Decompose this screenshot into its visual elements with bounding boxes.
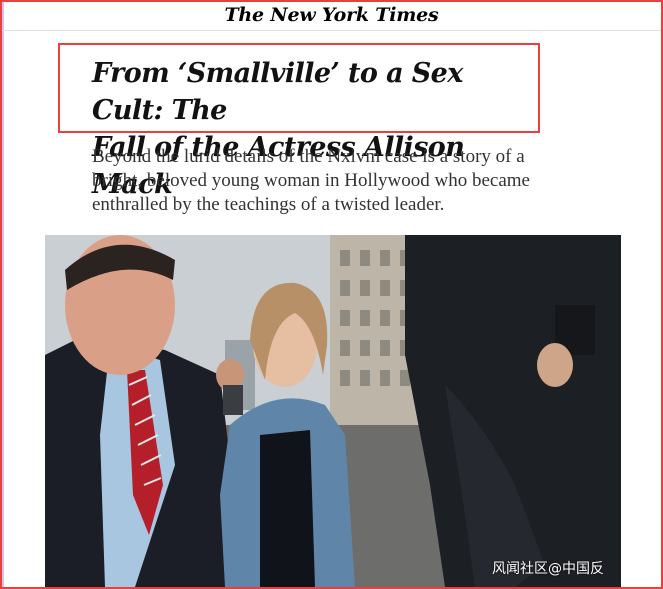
left-edge-accent bbox=[0, 0, 4, 589]
photo-illustration bbox=[45, 235, 621, 587]
summary-line-1: Beyond the lurid details of the Nxivm ca… bbox=[92, 146, 525, 167]
article-summary: Beyond the lurid details of the Nxivm ca… bbox=[92, 145, 542, 217]
headline-line-1: From ‘Smallville’ to a Sex Cult: The bbox=[92, 58, 463, 126]
summary-line-3: enthralled by the teachings of a twisted… bbox=[92, 194, 445, 215]
nyt-logo[interactable]: The New York Times bbox=[224, 4, 438, 26]
watermark-text: 风闻社区@中国反 bbox=[492, 561, 604, 577]
masthead: The New York Times bbox=[0, 0, 663, 31]
summary-line-2: bright, beloved young woman in Hollywood… bbox=[92, 170, 530, 191]
article-photo[interactable]: 风闻社区@中国反 bbox=[45, 235, 621, 587]
